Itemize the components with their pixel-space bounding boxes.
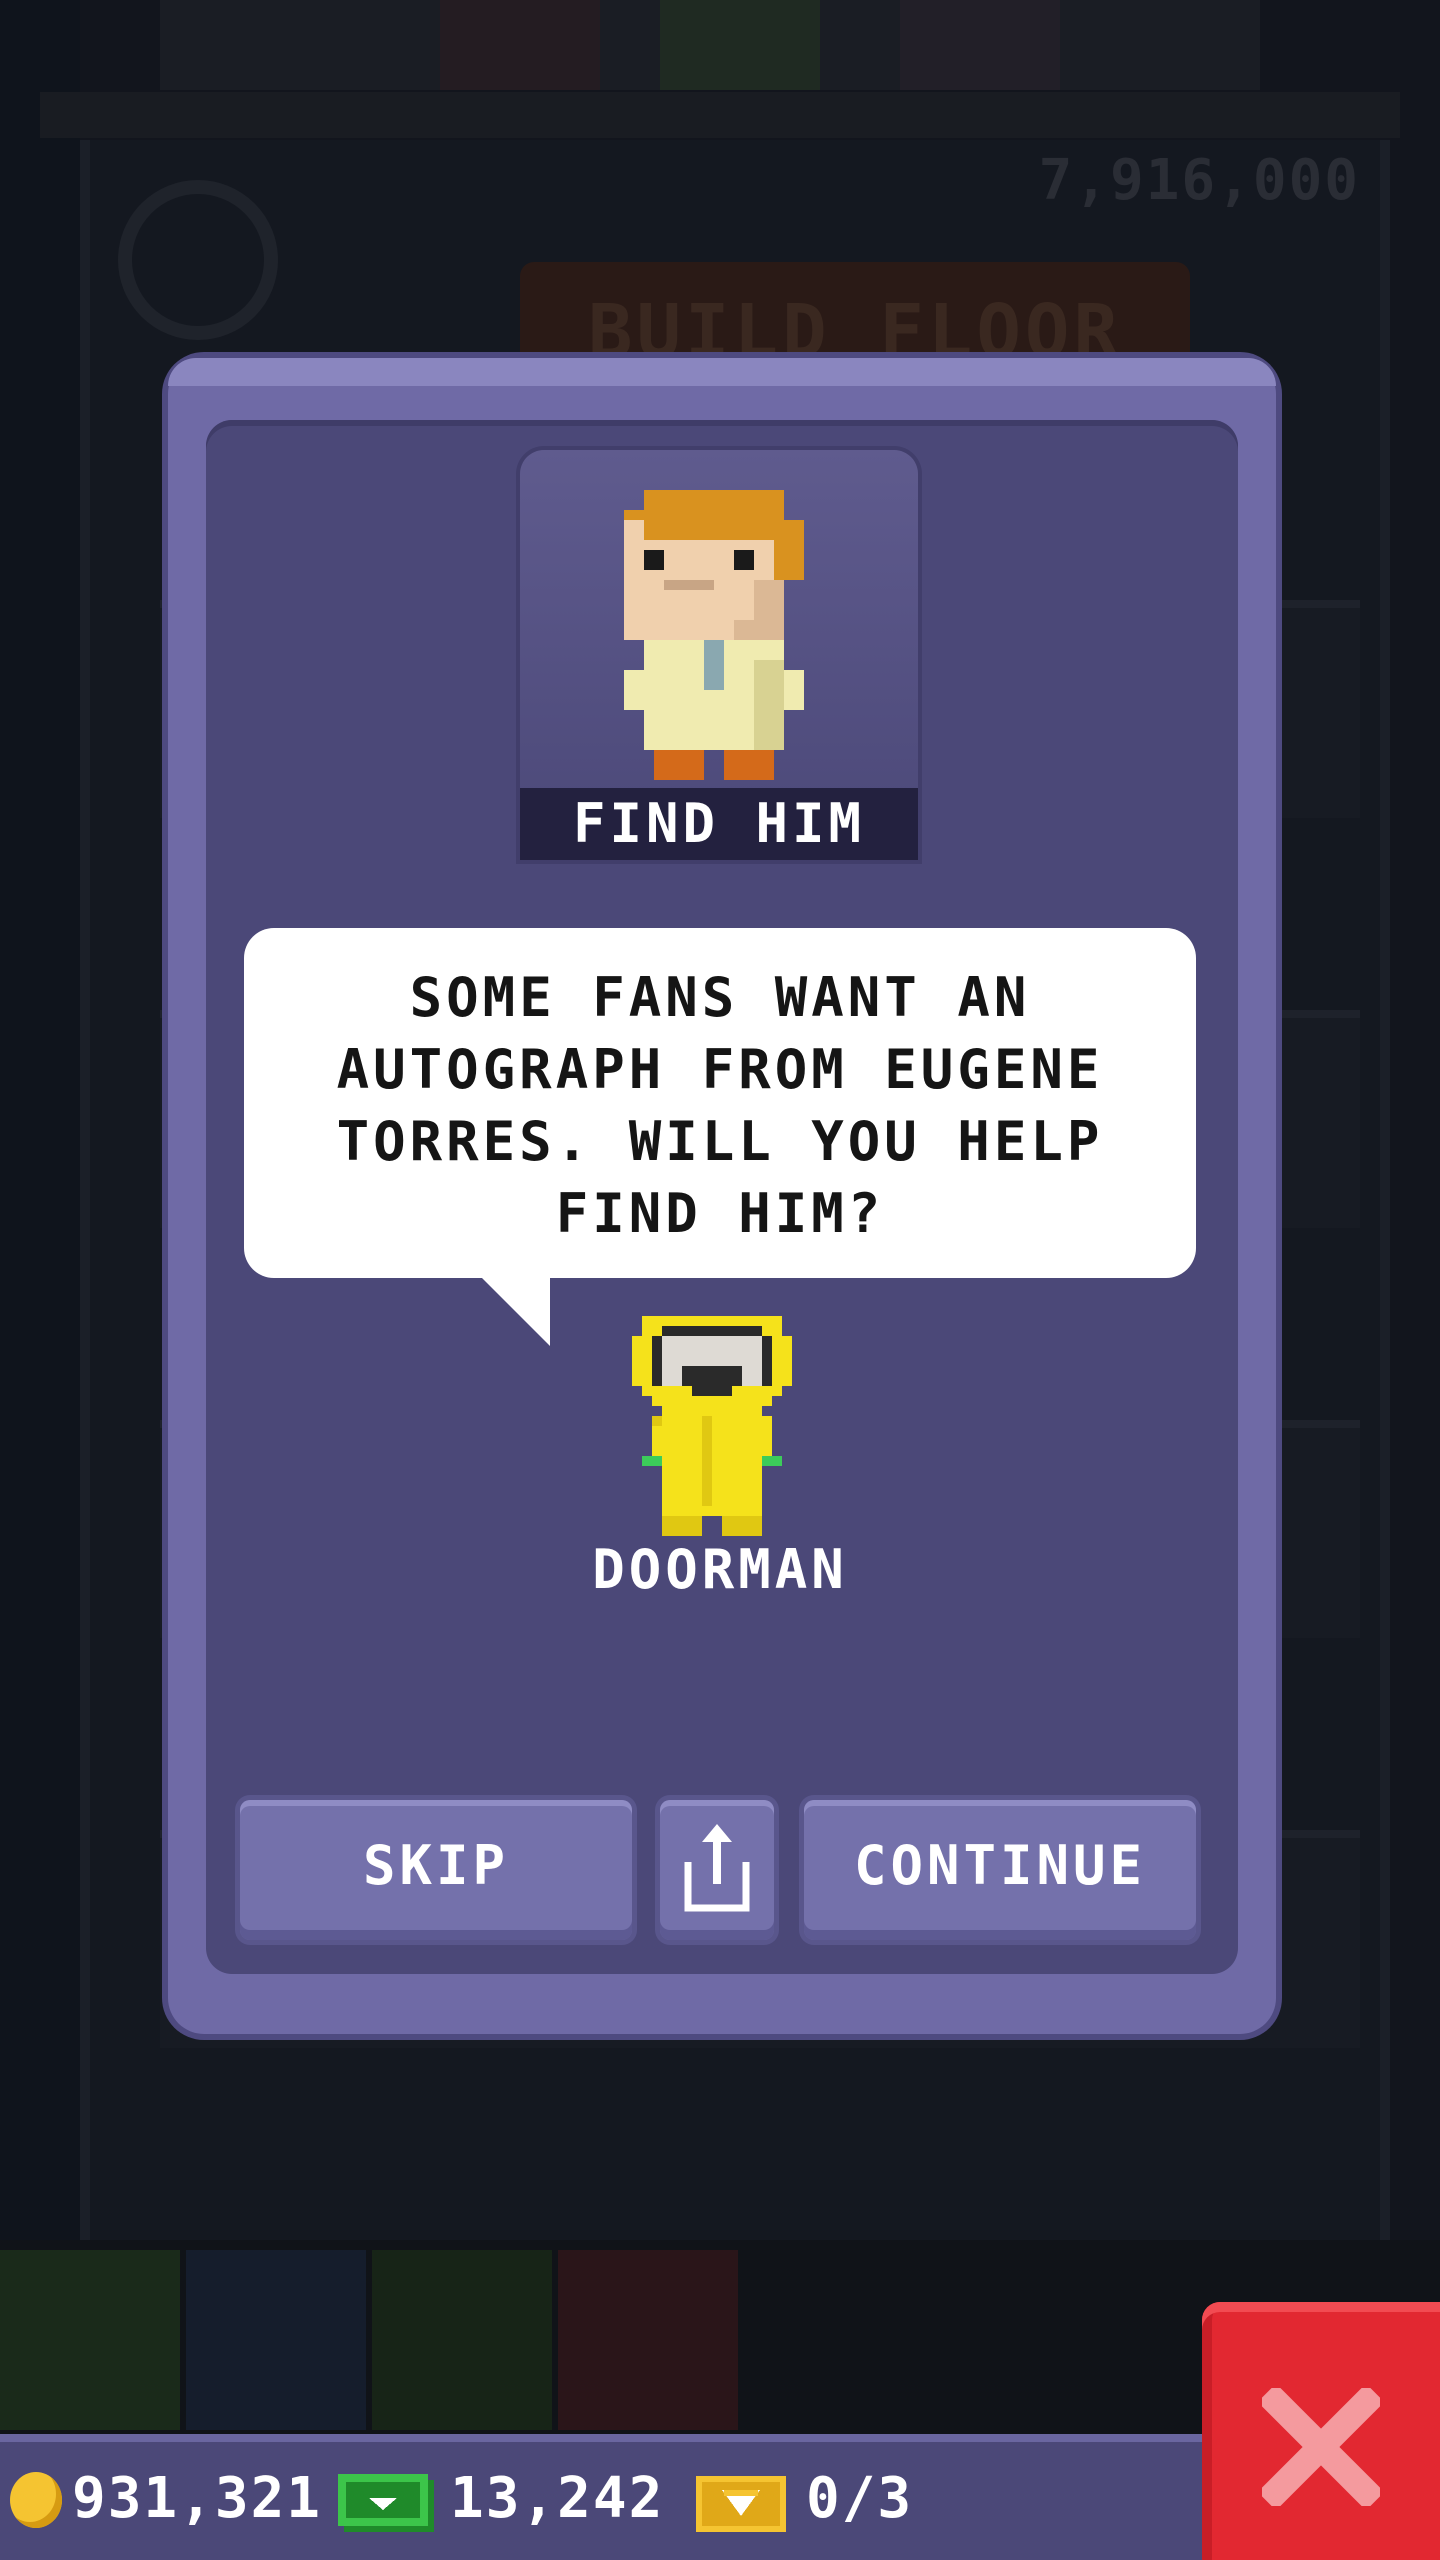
ticket-count: 0/3: [806, 2466, 914, 2531]
game-screen: 7,916,000 BUILD FLOOR FIND HIM SOME FANS…: [0, 0, 1440, 2560]
skip-button[interactable]: SKIP: [240, 1800, 632, 1940]
speech-line: FIND HIM?: [555, 1182, 885, 1245]
speech-bubble: SOME FANS WANT AN AUTOGRAPH FROM EUGENE …: [244, 928, 1196, 1278]
speech-line: SOME FANS WANT AN: [409, 966, 1031, 1029]
speech-text: SOME FANS WANT AN AUTOGRAPH FROM EUGENE …: [244, 962, 1196, 1250]
close-icon: [1262, 2388, 1380, 2506]
coin-icon: [10, 2472, 62, 2528]
speech-line: TORRES. WILL YOU HELP: [336, 1110, 1104, 1173]
share-button[interactable]: [660, 1800, 774, 1940]
background-roof-bar: [40, 92, 1400, 138]
coin-count: 931,321: [72, 2466, 323, 2531]
bux-count: 13,242: [450, 2466, 665, 2531]
speech-bubble-tail-icon: [480, 1276, 550, 1346]
close-button[interactable]: [1202, 2302, 1440, 2560]
portrait-title: FIND HIM: [520, 788, 918, 860]
speaker-name: DOORMAN: [592, 1538, 848, 1601]
doorman-hazmat-avatar-icon: [632, 1316, 792, 1536]
background-score: 7,916,000: [1038, 148, 1360, 213]
continue-button[interactable]: CONTINUE: [804, 1800, 1196, 1940]
share-icon: [684, 1824, 750, 1912]
settings-gear-icon: [118, 180, 278, 340]
missing-person-portrait: FIND HIM: [520, 450, 918, 860]
tower-bux-icon: [338, 2474, 434, 2532]
background-top-strip: [160, 0, 1260, 90]
eugene-torres-avatar-icon: [624, 490, 804, 780]
speech-line: AUTOGRAPH FROM EUGENE: [336, 1038, 1104, 1101]
golden-ticket-icon: [696, 2476, 786, 2532]
background-left-edge: [0, 0, 80, 2560]
